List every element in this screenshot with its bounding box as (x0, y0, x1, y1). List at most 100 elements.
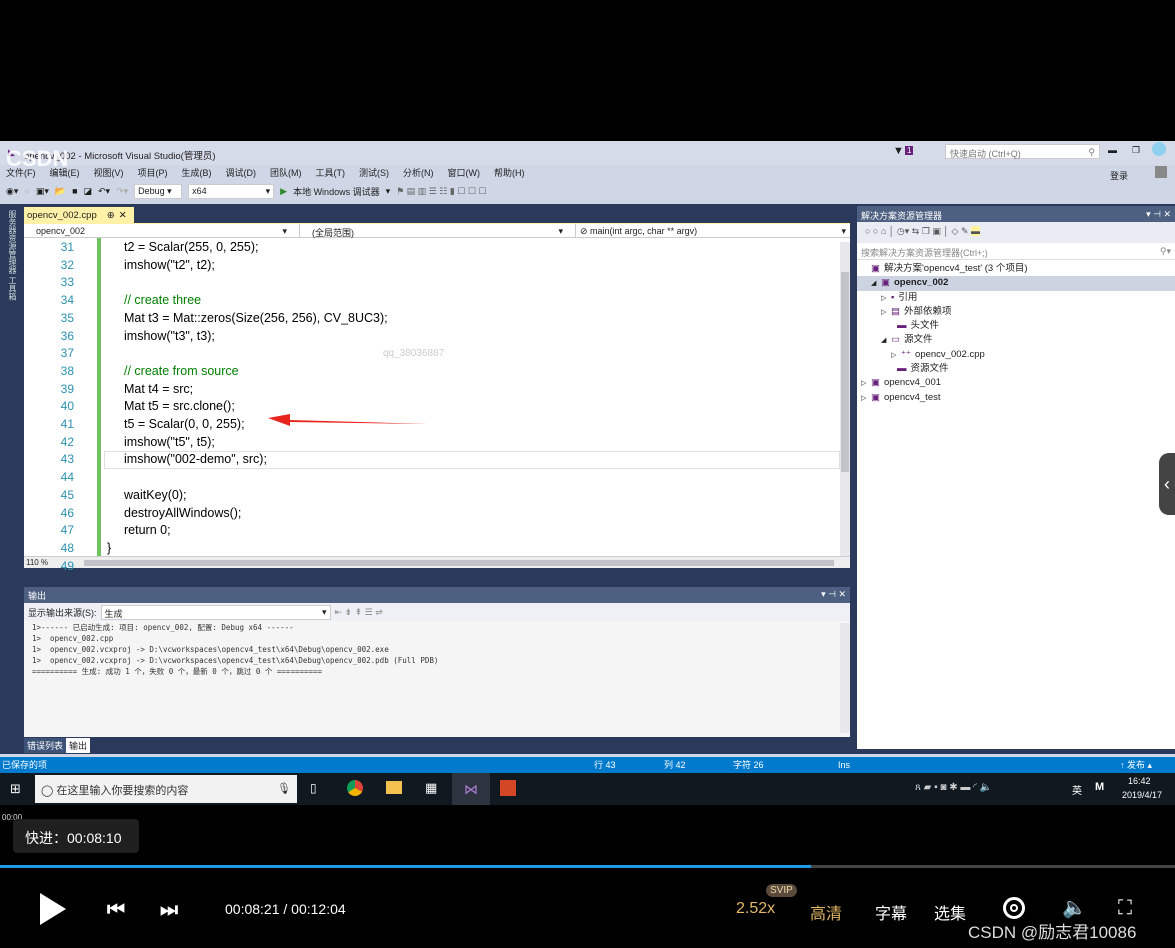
login-link[interactable]: 登录 (1110, 169, 1128, 182)
code-editor[interactable]: qq_38036887 110 % 31 t2 = Scalar(255, 0, … (24, 238, 850, 573)
tree-item[interactable]: ▷ ▤ 外部依赖项 (857, 305, 1175, 319)
code-line[interactable]: destroyAllWindows(); (124, 504, 241, 522)
output-source-select[interactable]: 生成 ▾ (100, 604, 331, 620)
undo-icon[interactable]: ↶▾ (98, 186, 110, 197)
clock-date[interactable]: 2019/4/17 (1122, 790, 1162, 800)
filter-icon[interactable]: ▼ (893, 145, 904, 157)
code-line[interactable]: imshow("t2", t2); (124, 256, 215, 274)
tree-item[interactable]: ▷ ⁺⁺ opencv_002.cpp (857, 348, 1175, 362)
save-icon[interactable]: ■ (72, 186, 77, 196)
code-line[interactable]: t2 = Scalar(255, 0, 255); (124, 238, 258, 256)
file-explorer-icon[interactable] (386, 781, 402, 794)
tab-output[interactable]: 输出 (66, 738, 91, 753)
expand-arrow-icon[interactable]: ▷ (881, 306, 891, 320)
side-tab-server-explorer[interactable]: 服务器资源管理器 工具箱 (4, 210, 18, 300)
code-line[interactable]: Mat t5 = src.clone(); (124, 397, 235, 415)
tree-item[interactable]: ▣ 解决方案'opencv4_test' (3 个项目) (857, 262, 1175, 276)
ime-mode-icon[interactable]: M (1095, 781, 1104, 793)
collapse-side-button[interactable]: ‹ (1159, 453, 1175, 515)
subtitle-button[interactable]: 字幕 (875, 900, 907, 924)
code-line[interactable]: } (107, 539, 111, 557)
menu-item[interactable]: 生成(B) (182, 166, 212, 179)
account-icon[interactable] (1155, 166, 1167, 178)
expand-arrow-icon[interactable]: ◢ (881, 334, 891, 348)
calendar-icon[interactable]: ▦ (425, 780, 437, 796)
menu-item[interactable]: 团队(M) (270, 166, 302, 179)
microphone-icon[interactable]: 🎙 (277, 782, 291, 795)
code-line[interactable]: imshow("t3", t3); (124, 327, 215, 345)
save-all-icon[interactable]: ◪ (84, 186, 93, 197)
quality-button[interactable]: 高清 (810, 900, 842, 924)
fullscreen-icon[interactable]: ⛶ (1118, 897, 1132, 920)
code-line[interactable]: imshow("t5", t5); (124, 433, 215, 451)
code-line[interactable]: waitKey(0); (124, 486, 187, 504)
progress-bar[interactable] (0, 865, 1175, 868)
tree-item[interactable]: ▷ ▣ opencv4_001 (857, 376, 1175, 390)
chrome-icon[interactable] (347, 780, 363, 796)
episodes-button[interactable]: 选集 (934, 900, 966, 924)
back-icon[interactable]: ◉▾ (6, 186, 18, 197)
ime-indicator[interactable]: 英 (1072, 782, 1082, 797)
menu-item[interactable]: 分析(N) (403, 166, 434, 179)
code-line[interactable]: Mat t3 = Mat::zeros(Size(256, 256), CV_8… (124, 309, 388, 327)
code-line[interactable]: Mat t4 = src; (124, 380, 193, 398)
menu-item[interactable]: 窗口(W) (448, 166, 481, 179)
quick-launch-input[interactable]: 快速启动 (Ctrl+Q) ⚲ (945, 144, 1100, 159)
menu-item[interactable]: 帮助(H) (494, 166, 525, 179)
tree-item[interactable]: ▬ 资源文件 (857, 362, 1175, 376)
code-line[interactable]: // create from source (124, 362, 239, 380)
code-line[interactable]: imshow("002-demo", src); (124, 450, 267, 468)
new-project-icon[interactable]: ▣▾ (36, 186, 49, 197)
settings-icon[interactable] (1003, 897, 1025, 919)
redo-icon[interactable]: ↷▾ (116, 186, 128, 197)
previous-button[interactable]: ⏮ (107, 899, 125, 922)
expand-arrow-icon[interactable]: ▷ (861, 392, 871, 406)
tray-icons[interactable]: ጸ ▰ ▪ ◙ ✱ ▬ ◜ 🔈 (915, 782, 992, 793)
menu-item[interactable]: 项目(P) (138, 166, 168, 179)
menu-item[interactable]: 测试(S) (359, 166, 389, 179)
output-toolbar-icons[interactable]: ⇤ ⇟ ⇞ ☰ ⇌ (335, 607, 383, 618)
expand-arrow-icon[interactable]: ▷ (861, 377, 871, 391)
code-line[interactable]: // create three (124, 291, 201, 309)
platform-select[interactable]: x64 ▾ (188, 183, 275, 199)
next-button[interactable]: ⏭ (160, 899, 178, 922)
taskbar-search-input[interactable]: ◯ 在这里输入你要搜索的内容 🎙 (35, 775, 297, 803)
forward-icon[interactable]: ○ (24, 186, 29, 196)
project-dropdown[interactable]: opencv_002 ▾ (24, 224, 300, 237)
powerpoint-icon[interactable] (500, 780, 516, 796)
panel-controls[interactable]: ▾ ⊣ ✕ (821, 589, 846, 600)
visual-studio-taskbar-icon[interactable]: ⋈ (452, 773, 490, 805)
play-button[interactable] (40, 893, 66, 925)
volume-icon[interactable]: 🔈 (1062, 895, 1087, 920)
solution-panel-controls[interactable]: ▾ ⊣ ✕ (1146, 209, 1171, 220)
tab-error-list[interactable]: 错误列表 (24, 738, 67, 753)
horizontal-scrollbar[interactable] (84, 560, 834, 566)
expand-arrow-icon[interactable]: ▷ (881, 292, 891, 306)
tree-item[interactable]: ▬ 头文件 (857, 319, 1175, 333)
expand-arrow-icon[interactable]: ▷ (891, 349, 901, 363)
expand-arrow-icon[interactable]: ◢ (871, 277, 881, 291)
tree-item[interactable]: ◢ ▭ 源文件 (857, 333, 1175, 347)
menu-item[interactable]: 视图(V) (94, 166, 124, 179)
config-select[interactable]: Debug ▾ (134, 183, 183, 199)
task-view-icon[interactable]: ▯ (310, 781, 317, 795)
scope-dropdown[interactable]: (全局范围) ▾ (300, 224, 576, 238)
menu-item[interactable]: 工具(T) (316, 166, 346, 179)
tree-item[interactable]: ▷ ▪ 引用 (857, 291, 1175, 305)
solution-search-input[interactable]: 搜索解决方案资源管理器(Ctrl+;) ⚲▾ (857, 243, 1175, 260)
toolbar-misc-icons[interactable]: ⚑ ▤ ▥ ☰ ☷ ▮ ☐ ☐ ☐ (396, 186, 486, 197)
open-icon[interactable]: 📂 (55, 186, 66, 197)
run-debugger-button[interactable]: 本地 Windows 调试器 (293, 185, 380, 198)
output-scrollbar[interactable] (840, 623, 850, 733)
speed-button[interactable]: 2.52x (736, 900, 775, 918)
minimize-button[interactable]: ▬ (1108, 145, 1117, 155)
member-dropdown[interactable]: ⊘ main(int argc, char ** argv) ▾ (576, 224, 850, 237)
tab-opencv-002[interactable]: opencv_002.cpp ⊕ ✕ (24, 207, 134, 223)
tree-item[interactable]: ▷ ▣ opencv4_test (857, 391, 1175, 405)
solution-toolbar[interactable]: ○ ○ ⌂ │ ◷▾ ⇆ ❐ ▣ │ ◇ ✎ ▬ (857, 222, 1175, 243)
play-icon[interactable]: ▶ (280, 186, 287, 197)
code-line[interactable]: t5 = Scalar(0, 0, 255); (124, 415, 245, 433)
close-tab-icon[interactable]: ✕ (119, 210, 127, 221)
vertical-scrollbar[interactable] (840, 242, 850, 556)
code-line[interactable]: return 0; (124, 521, 171, 539)
